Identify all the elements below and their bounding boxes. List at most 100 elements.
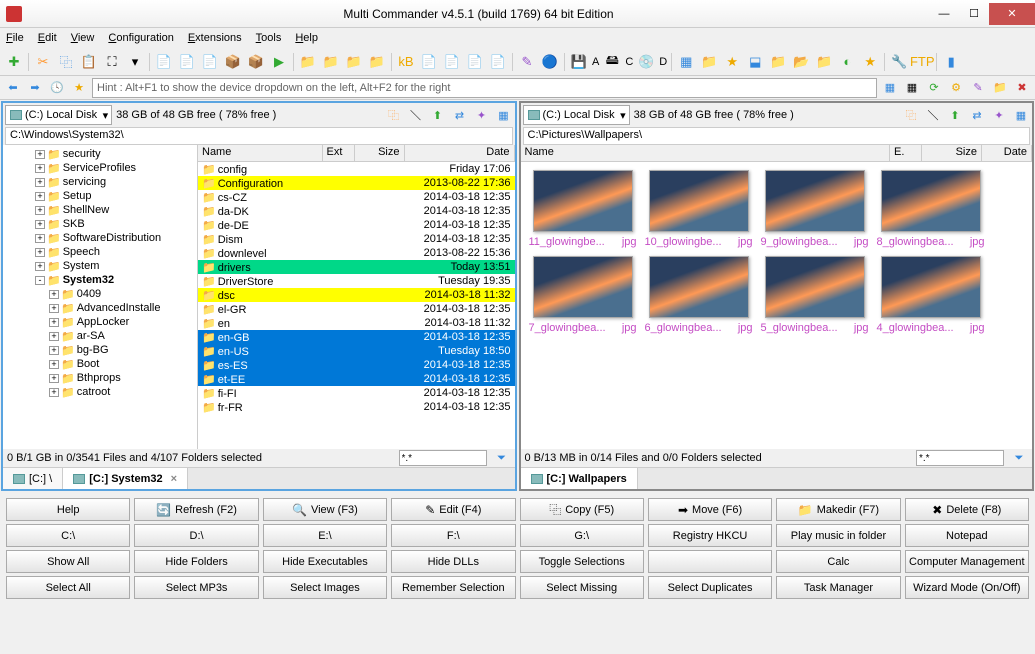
list-row[interactable]: 📁en-USTuesday 18:50 bbox=[198, 344, 515, 358]
fn-button[interactable]: 🔄Refresh (F2) bbox=[134, 498, 258, 521]
fn-button[interactable]: G:\ bbox=[520, 524, 644, 547]
left-filter[interactable] bbox=[399, 450, 487, 466]
list-row[interactable]: 📁fi-FI2014-03-18 12:35 bbox=[198, 386, 515, 400]
l-p5-icon[interactable]: ▦ bbox=[495, 106, 513, 124]
r-p5-icon[interactable]: ▦ bbox=[1012, 106, 1030, 124]
new-icon[interactable]: ✚ bbox=[4, 52, 24, 72]
doc3-icon[interactable]: 📄 bbox=[465, 52, 485, 72]
list-row[interactable]: 📁et-EE2014-03-18 12:35 bbox=[198, 372, 515, 386]
tree-item[interactable]: +📁AppLocker bbox=[5, 315, 195, 329]
ftp-icon[interactable]: FTP bbox=[912, 52, 932, 72]
menu-view[interactable]: View bbox=[71, 32, 95, 44]
tab[interactable]: [C:] System32× bbox=[63, 468, 188, 489]
forward-icon[interactable]: ➡ bbox=[26, 79, 44, 97]
col-name[interactable]: Name bbox=[198, 145, 323, 161]
r-p3-icon[interactable]: ⇄ bbox=[968, 106, 986, 124]
list-row[interactable]: 📁el-GR2014-03-18 12:35 bbox=[198, 302, 515, 316]
hint-input[interactable] bbox=[92, 78, 877, 98]
hb1-icon[interactable]: ▦ bbox=[881, 79, 899, 97]
r-up-icon[interactable]: ⬆ bbox=[946, 106, 964, 124]
hb5-icon[interactable]: ✎ bbox=[969, 79, 987, 97]
list-row[interactable]: 📁configFriday 17:06 bbox=[198, 162, 515, 176]
fn-button[interactable]: Notepad bbox=[905, 524, 1029, 547]
col-name[interactable]: Name bbox=[521, 145, 891, 161]
thumbnail[interactable]: 8_glowingbea...jpg bbox=[877, 170, 985, 248]
l-p4-icon[interactable]: ✦ bbox=[473, 106, 491, 124]
doc2-icon[interactable]: 📄 bbox=[442, 52, 462, 72]
dropdown-icon[interactable]: ▾ bbox=[125, 52, 145, 72]
list-row[interactable]: 📁downlevel2013-08-22 15:36 bbox=[198, 246, 515, 260]
right-path[interactable]: C:\Pictures\Wallpapers\ bbox=[523, 127, 1031, 145]
menu-file[interactable]: File bbox=[6, 32, 24, 44]
tool4-icon[interactable]: 📁 bbox=[768, 52, 788, 72]
r-p1-icon[interactable]: ⿻ bbox=[902, 106, 920, 124]
tree-item[interactable]: +📁AdvancedInstalle bbox=[5, 301, 195, 315]
menu-help[interactable]: Help bbox=[295, 32, 318, 44]
folder1-icon[interactable]: 📁 bbox=[298, 52, 318, 72]
star1-icon[interactable]: ★ bbox=[722, 52, 742, 72]
tree-item[interactable]: +📁servicing bbox=[5, 175, 195, 189]
tab[interactable]: [C:] \ bbox=[3, 468, 63, 489]
fn-button[interactable]: ➡Move (F6) bbox=[648, 498, 772, 521]
col-size[interactable]: Size bbox=[922, 145, 982, 161]
fn-button[interactable]: Wizard Mode (On/Off) bbox=[905, 576, 1029, 599]
tree-item[interactable]: +📁ar-SA bbox=[5, 329, 195, 343]
l-up-icon[interactable]: ⬆ bbox=[429, 106, 447, 124]
tool1-icon[interactable]: ▦ bbox=[676, 52, 696, 72]
back-icon[interactable]: ⬅ bbox=[4, 79, 22, 97]
left-path[interactable]: C:\Windows\System32\ bbox=[5, 127, 513, 145]
tree-item[interactable]: +📁ServiceProfiles bbox=[5, 161, 195, 175]
cut-icon[interactable]: ✂ bbox=[33, 52, 53, 72]
tree-item[interactable]: +📁System bbox=[5, 259, 195, 273]
fn-button[interactable]: 🔍View (F3) bbox=[263, 498, 387, 521]
menu-extensions[interactable]: Extensions bbox=[188, 32, 242, 44]
size-icon[interactable]: kB bbox=[396, 52, 416, 72]
fn-button[interactable]: ⿻Copy (F5) bbox=[520, 498, 644, 521]
thumbnail[interactable]: 7_glowingbea...jpg bbox=[529, 256, 637, 334]
list-row[interactable]: 📁DriverStoreTuesday 19:35 bbox=[198, 274, 515, 288]
tree-item[interactable]: +📁Speech bbox=[5, 245, 195, 259]
fn-button[interactable]: 📁Makedir (F7) bbox=[776, 498, 900, 521]
filter-icon[interactable]: ⏷ bbox=[493, 449, 511, 467]
fn-button[interactable]: Toggle Selections bbox=[520, 550, 644, 573]
fn-button[interactable]: Select MP3s bbox=[134, 576, 258, 599]
left-tree[interactable]: +📁security+📁ServiceProfiles+📁servicing +📁… bbox=[3, 145, 198, 449]
fn-button[interactable]: ✎Edit (F4) bbox=[391, 498, 515, 521]
paste-icon[interactable]: 📋 bbox=[79, 52, 99, 72]
box-icon[interactable]: 📦 bbox=[246, 52, 266, 72]
left-drive-select[interactable]: (C:) Local Disk bbox=[5, 105, 112, 125]
r-p2-icon[interactable]: ＼ bbox=[924, 106, 942, 124]
folder2-icon[interactable]: 📁 bbox=[321, 52, 341, 72]
list-row[interactable]: 📁Dism2014-03-18 12:35 bbox=[198, 232, 515, 246]
folder4-icon[interactable]: 📁 bbox=[367, 52, 387, 72]
tree-item[interactable]: +📁Boot bbox=[5, 357, 195, 371]
fn-button[interactable]: F:\ bbox=[391, 524, 515, 547]
close-button[interactable]: ✕ bbox=[989, 3, 1035, 25]
drive-c-icon[interactable]: 🖴 bbox=[602, 52, 622, 72]
tree-item[interactable]: +📁SoftwareDistribution bbox=[5, 231, 195, 245]
maximize-button[interactable]: ☐ bbox=[959, 3, 989, 25]
tree-item[interactable]: +📁security bbox=[5, 147, 195, 161]
tool6-icon[interactable]: 📁 bbox=[814, 52, 834, 72]
fn-button[interactable]: Calc bbox=[776, 550, 900, 573]
fn-button[interactable] bbox=[648, 550, 772, 573]
list-row[interactable]: 📁cs-CZ2014-03-18 12:35 bbox=[198, 190, 515, 204]
fn-button[interactable]: Hide Folders bbox=[134, 550, 258, 573]
tree-item[interactable]: +📁bg-BG bbox=[5, 343, 195, 357]
fn-button[interactable]: Select Duplicates bbox=[648, 576, 772, 599]
tool3-icon[interactable]: ⬓ bbox=[745, 52, 765, 72]
play-icon[interactable]: ▶ bbox=[269, 52, 289, 72]
fn-button[interactable]: Task Manager bbox=[776, 576, 900, 599]
right-filter[interactable] bbox=[916, 450, 1004, 466]
hb2-icon[interactable]: ▦ bbox=[903, 79, 921, 97]
col-date[interactable]: Date bbox=[982, 145, 1032, 161]
tab[interactable]: [C:] Wallpapers bbox=[521, 468, 638, 489]
color-icon[interactable]: 🔵 bbox=[540, 52, 560, 72]
fn-button[interactable]: Computer Management bbox=[905, 550, 1029, 573]
l-p2-icon[interactable]: ＼ bbox=[407, 106, 425, 124]
history-icon[interactable]: 🕓 bbox=[48, 79, 66, 97]
fn-button[interactable]: Remember Selection bbox=[391, 576, 515, 599]
fn-button[interactable]: D:\ bbox=[134, 524, 258, 547]
col-ext[interactable]: Ext bbox=[323, 145, 355, 161]
list-row[interactable]: 📁dsc2014-03-18 11:32 bbox=[198, 288, 515, 302]
